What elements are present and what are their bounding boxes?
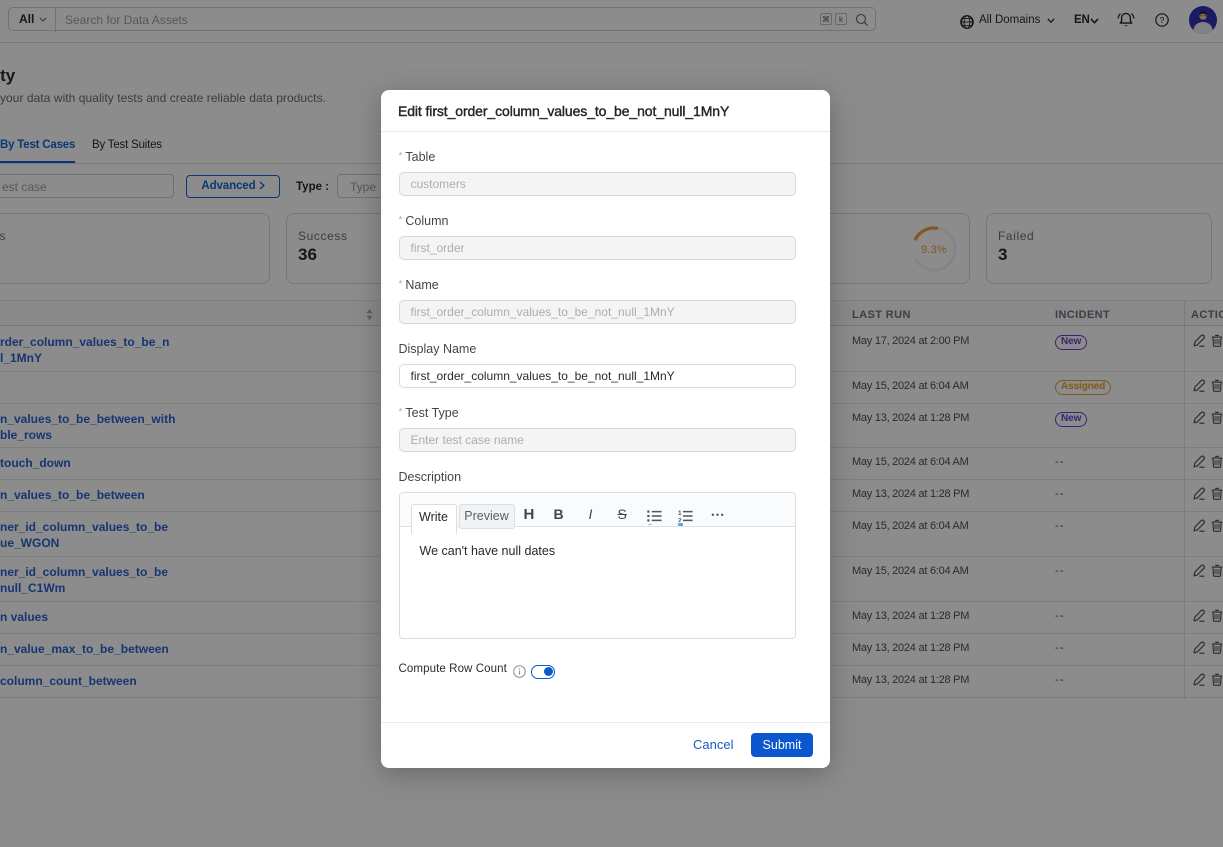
svg-text:2: 2 [678, 518, 682, 523]
svg-text:1: 1 [678, 510, 682, 517]
